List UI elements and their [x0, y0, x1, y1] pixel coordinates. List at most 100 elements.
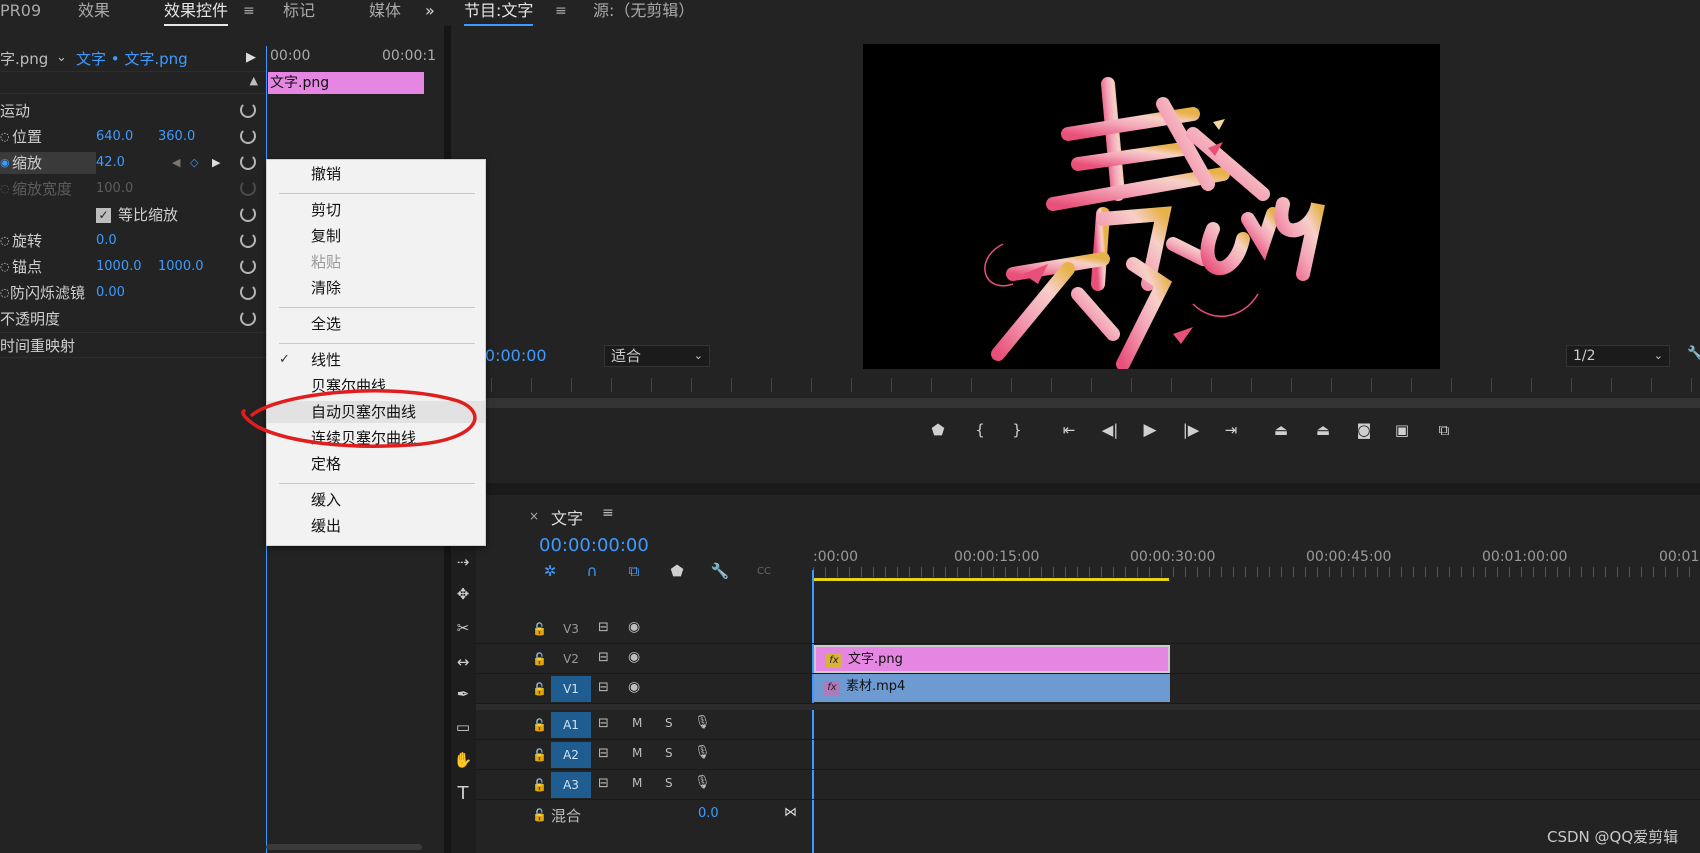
play-icon[interactable]: ▶ — [1138, 418, 1162, 442]
slip-tool-icon[interactable]: ↔ — [451, 650, 475, 674]
reset-icon[interactable] — [240, 102, 256, 118]
ec-scrollbar[interactable] — [266, 844, 422, 850]
solo-button[interactable]: S — [665, 716, 673, 730]
step-forward-icon[interactable]: |▶ — [1179, 418, 1203, 442]
mic-icon[interactable]: 🎙 — [694, 745, 711, 760]
chevron-down-icon[interactable]: ⌄ — [56, 50, 67, 65]
ripple-edit-icon[interactable]: ✥ — [451, 582, 475, 606]
mute-button[interactable]: M — [632, 716, 642, 730]
lock-icon[interactable]: 🔓 — [532, 748, 547, 762]
lock-icon[interactable]: 🔓 — [532, 652, 547, 666]
video-frame[interactable] — [863, 44, 1440, 371]
reset-icon[interactable] — [240, 154, 256, 170]
reset-icon[interactable] — [240, 128, 256, 144]
mute-button[interactable]: M — [632, 746, 642, 760]
film-icon[interactable]: ⊟ — [598, 776, 609, 791]
more-tabs-icon[interactable]: » — [425, 0, 435, 26]
collapse-icon[interactable]: ▲ — [250, 74, 258, 87]
work-area-bar[interactable] — [813, 578, 1169, 581]
reset-icon[interactable] — [240, 258, 256, 274]
reset-icon[interactable] — [240, 310, 256, 326]
sequence-menu-icon[interactable]: ≡ — [602, 505, 614, 521]
eye-icon[interactable]: ◉ — [628, 619, 640, 635]
step-back-icon[interactable]: ◀| — [1098, 418, 1122, 442]
camera-icon[interactable]: ◙ — [1352, 418, 1376, 442]
lock-icon[interactable]: 🔓 — [532, 682, 547, 696]
wrench-icon[interactable]: 🔧 — [1687, 346, 1700, 361]
tab-effect-controls[interactable]: 效果控件 — [164, 0, 229, 26]
razor-icon[interactable]: ✂ — [451, 616, 475, 640]
scale-row[interactable]: ◉ 缩放 42.0 ◀ ◇ ▶ — [0, 150, 266, 176]
tab-media[interactable]: 媒体 — [369, 0, 401, 26]
tab-program-monitor[interactable]: 节目:文字 — [464, 0, 534, 26]
time-ruler[interactable]: :00:00 00:00:15:00 00:00:30:00 00:00:45:… — [813, 549, 1700, 581]
eye-icon[interactable]: ◉ — [628, 649, 640, 665]
rectangle-tool-icon[interactable]: ▭ — [451, 715, 475, 739]
add-marker-icon[interactable]: ⬟ — [665, 559, 689, 583]
linked-selection-icon[interactable]: ⧉ — [622, 559, 646, 583]
monitor-ruler[interactable] — [451, 378, 1700, 392]
position-row[interactable]: ◌ 位置 640.0 360.0 — [0, 124, 266, 150]
lock-icon[interactable]: 🔓 — [532, 778, 547, 792]
type-tool-icon[interactable]: T — [451, 781, 475, 805]
solo-button[interactable]: S — [665, 776, 673, 790]
monitor-scrollbar[interactable] — [451, 398, 1700, 408]
bowtie-icon[interactable]: ⋈ — [784, 805, 797, 820]
mic-icon[interactable]: 🎙 — [694, 775, 711, 790]
lock-icon[interactable]: 🔓 — [532, 808, 547, 822]
tab-source-monitor[interactable]: 源:（无剪辑） — [593, 0, 694, 26]
anchor-row[interactable]: ◌ 锚点 1000.0 1000.0 — [0, 254, 266, 280]
timeline-timecode[interactable]: 00:00:00:00 — [539, 535, 649, 556]
film-icon[interactable]: ⊟ — [598, 650, 609, 665]
film-icon[interactable]: ⊟ — [598, 680, 609, 695]
mark-out-icon[interactable]: } — [1005, 418, 1029, 442]
target-clip-label[interactable]: 文字 • 文字.png — [76, 48, 188, 69]
tab-menu-icon[interactable]: ≡ — [243, 0, 255, 26]
text-clip[interactable]: fx 文字.png — [814, 645, 1170, 673]
menu-select-all[interactable]: 全选 — [311, 313, 341, 335]
reset-icon[interactable] — [240, 284, 256, 300]
track-label[interactable]: A2 — [551, 742, 591, 768]
compare-icon[interactable]: ▣ — [1390, 418, 1414, 442]
menu-linear[interactable]: 线性 — [311, 349, 341, 371]
menu-undo[interactable]: 撤销 — [311, 163, 341, 185]
motion-row[interactable]: 运动 — [0, 98, 266, 124]
antiflicker-row[interactable]: ◌ 防闪烁滤镜 0.00 — [0, 280, 266, 306]
snap-magnet-icon[interactable]: ∩ — [580, 559, 604, 583]
menu-clear[interactable]: 清除 — [311, 277, 341, 299]
go-to-in-icon[interactable]: ⇤ — [1057, 418, 1081, 442]
extract-icon[interactable]: ⏏ — [1311, 418, 1335, 442]
mark-in-icon[interactable]: { — [968, 418, 992, 442]
reset-icon[interactable] — [240, 206, 256, 222]
tab-effects[interactable]: 效果 — [78, 0, 110, 26]
toggle-proxy-icon[interactable]: ⧉ — [1432, 418, 1456, 442]
track-label[interactable]: V1 — [551, 676, 591, 702]
mix-value[interactable]: 0.0 — [698, 806, 719, 821]
track-label[interactable]: V2 — [551, 646, 591, 672]
close-sequence-icon[interactable]: × — [529, 509, 539, 523]
snap-nest-icon[interactable]: ✲ — [538, 559, 562, 583]
wrench-icon[interactable]: 🔧 — [708, 559, 732, 583]
reset-icon[interactable] — [240, 232, 256, 248]
program-menu-icon[interactable]: ≡ — [555, 0, 567, 26]
fit-dropdown[interactable]: 适合 ⌄ — [604, 345, 710, 367]
menu-ease-in[interactable]: 缓入 — [311, 489, 341, 511]
eye-icon[interactable]: ◉ — [628, 679, 640, 695]
track-label[interactable]: V3 — [551, 616, 591, 642]
go-to-out-icon[interactable]: ⇥ — [1219, 418, 1243, 442]
track-select-icon[interactable]: ⇢ — [451, 550, 475, 574]
mic-icon[interactable]: 🎙 — [694, 715, 711, 730]
solo-button[interactable]: S — [665, 746, 673, 760]
lift-icon[interactable]: ⏏ — [1269, 418, 1293, 442]
mute-button[interactable]: M — [632, 776, 642, 790]
panel-separator[interactable] — [451, 483, 1700, 495]
menu-hold[interactable]: 定格 — [311, 453, 341, 475]
play-right-icon[interactable]: ▶ — [246, 50, 256, 65]
lock-icon[interactable]: 🔓 — [532, 718, 547, 732]
time-remap-row[interactable]: 时间重映射 — [0, 332, 266, 358]
hand-tool-icon[interactable]: ✋ — [451, 748, 475, 772]
uniform-scale-checkbox[interactable]: ✓ — [96, 208, 111, 223]
menu-cut[interactable]: 剪切 — [311, 199, 341, 221]
track-label[interactable]: A3 — [551, 772, 591, 798]
film-icon[interactable]: ⊟ — [598, 620, 609, 635]
